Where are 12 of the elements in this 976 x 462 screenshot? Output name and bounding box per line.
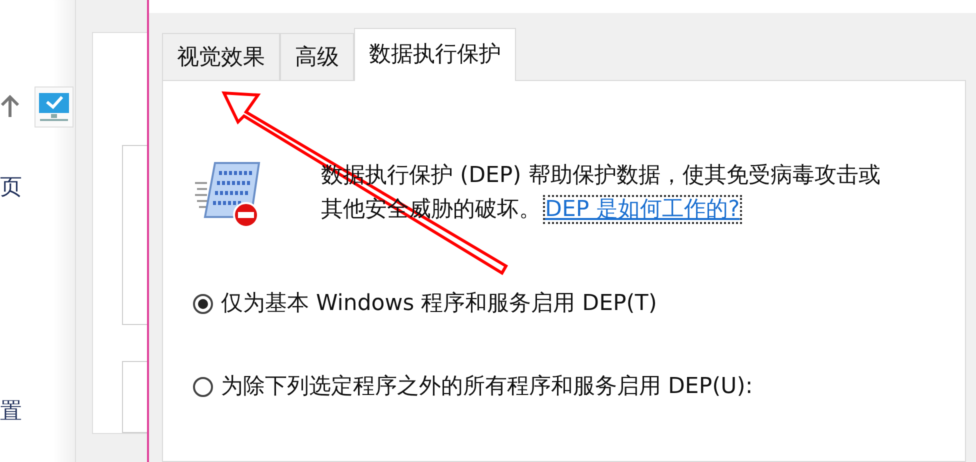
- option-label[interactable]: 仅为基本 Windows 程序和服务启用 DEP(T): [221, 288, 657, 320]
- option-label[interactable]: 为除下列选定程序之外的所有程序和服务启用 DEP(U):: [221, 371, 753, 403]
- tab[interactable]: 视觉效果: [162, 33, 280, 80]
- up-arrow-icon[interactable]: [0, 95, 20, 119]
- tab[interactable]: 数据执行保护: [354, 28, 516, 81]
- radio-button[interactable]: [193, 377, 213, 397]
- help-link[interactable]: DEP 是如何工作的?: [545, 197, 740, 222]
- nav-item[interactable]: 页: [0, 174, 24, 202]
- nav-item[interactable]: 置: [0, 398, 24, 426]
- binary-document-blocked-icon: [193, 159, 263, 229]
- radio-button[interactable]: [193, 294, 213, 314]
- tab[interactable]: 高级: [280, 33, 354, 80]
